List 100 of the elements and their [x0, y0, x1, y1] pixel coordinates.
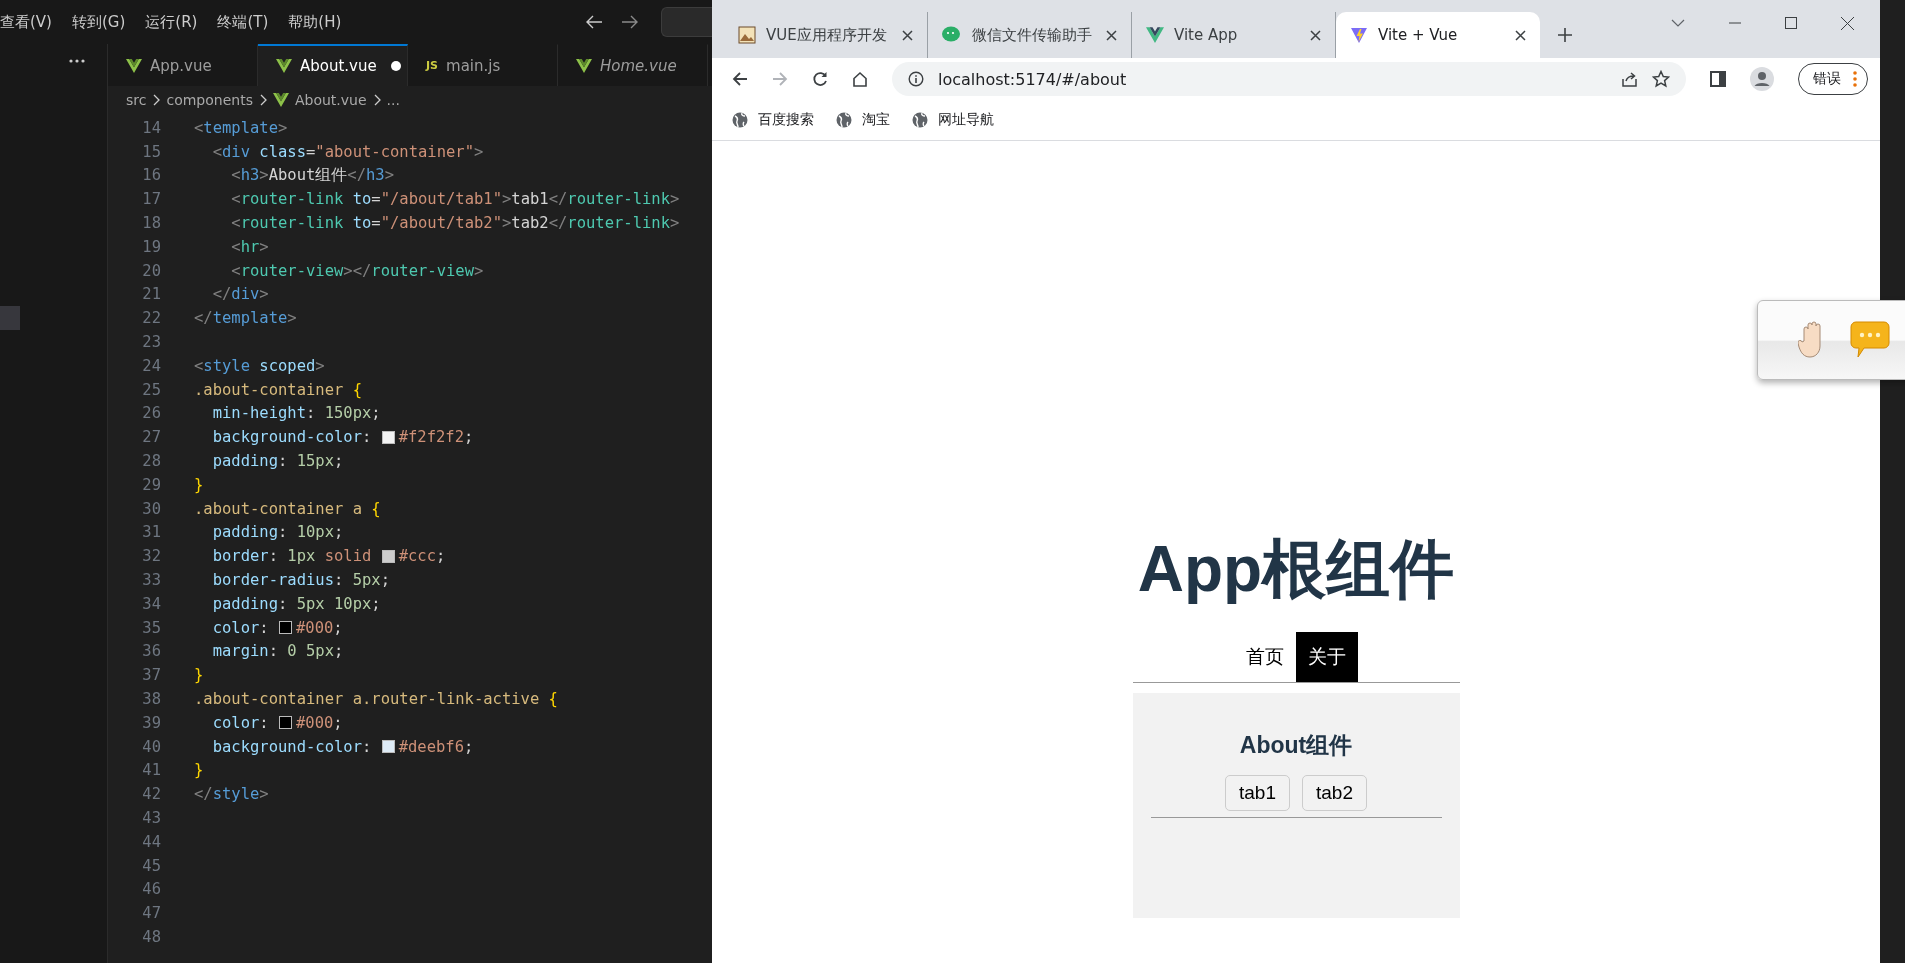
color-swatch-icon[interactable] — [279, 621, 292, 635]
code-text: <hr> — [230, 237, 269, 256]
menu-item[interactable]: 终端(T) — [207, 12, 279, 32]
maximize-icon[interactable] — [1785, 17, 1797, 29]
star-icon[interactable] — [1652, 70, 1670, 88]
close-icon[interactable] — [1310, 29, 1321, 41]
avatar-icon[interactable] — [1750, 67, 1774, 91]
profile-error-button[interactable]: 错误 — [1798, 63, 1868, 95]
side-panel-icon[interactable] — [1710, 71, 1726, 87]
editor-tab[interactable]: JS main.js — [408, 44, 558, 86]
vue-logo-icon — [576, 58, 592, 73]
breadcrumb-item[interactable]: ... — [386, 92, 400, 108]
breadcrumb-item[interactable]: components — [166, 92, 253, 108]
code-text: background-color: — [211, 737, 373, 756]
code-text: } — [194, 666, 204, 685]
close-icon[interactable] — [1841, 16, 1854, 30]
code-text: #000; — [296, 618, 343, 637]
line-number: 42 — [141, 785, 161, 804]
lightning-triangle-icon — [1350, 26, 1368, 44]
line-number: 27 — [141, 428, 161, 447]
browser-tab[interactable]: Vite + Vue — [1336, 12, 1540, 58]
close-icon[interactable] — [1106, 29, 1117, 41]
code-text: </template> — [194, 309, 297, 328]
editor-tab[interactable]: Home.vue — [558, 44, 708, 86]
forward-arrow-icon[interactable] — [621, 14, 639, 30]
tab-title: 微信文件传输助手 — [972, 25, 1093, 45]
nav-link[interactable]: 首页 — [1234, 632, 1296, 682]
color-swatch-icon[interactable] — [381, 430, 395, 444]
line-number: 29 — [141, 475, 161, 494]
breadcrumb-item[interactable]: src — [126, 92, 147, 108]
line-number: 17 — [141, 190, 161, 209]
address-bar[interactable]: localhost:5174/#/about — [892, 62, 1686, 96]
tab-title: Vite App — [1174, 26, 1239, 44]
menu-item[interactable]: 运行(R) — [135, 12, 208, 32]
close-icon[interactable] — [1515, 29, 1526, 41]
picture-icon — [738, 26, 756, 44]
more-icon[interactable] — [69, 59, 85, 63]
command-center-field[interactable] — [661, 7, 712, 37]
line-number: 47 — [141, 904, 161, 923]
js-file-icon: JS — [426, 59, 438, 72]
menu-item[interactable]: 查看(V) — [0, 12, 62, 32]
line-number: 22 — [141, 309, 161, 328]
info-icon[interactable] — [908, 71, 924, 87]
vue-logo-icon — [272, 93, 289, 107]
line-number: 43 — [141, 809, 161, 827]
code-text: #f2f2f2; — [398, 428, 474, 447]
tab-link[interactable]: tab1 — [1225, 775, 1290, 811]
line-number: 34 — [141, 594, 161, 613]
color-swatch-icon[interactable] — [381, 740, 395, 754]
code-text: <router-link to="/about/tab2">tab2</router-link> — [230, 214, 680, 233]
bookmark-link[interactable]: 网址导航 — [938, 111, 994, 129]
line-number: 37 — [141, 666, 161, 685]
line-number: 35 — [141, 618, 161, 637]
globe-icon — [912, 112, 928, 128]
line-number: 36 — [141, 642, 161, 661]
menu-item[interactable]: 帮助(H) — [278, 12, 352, 32]
code-text: margin: 0 5px; — [211, 642, 344, 661]
code-text: </style> — [194, 785, 269, 804]
editor-tab[interactable]: About.vue — [258, 44, 408, 86]
vue-logo-icon — [1146, 27, 1164, 43]
nav-link[interactable]: 关于 — [1296, 632, 1358, 682]
code-text: } — [194, 475, 204, 494]
color-swatch-icon[interactable] — [279, 716, 292, 730]
code-text: min-height: 150px; — [211, 404, 381, 423]
chevron-icon — [372, 94, 381, 106]
browser-tab[interactable]: VUE应用程序开发 — [724, 12, 928, 58]
reload-icon[interactable] — [812, 71, 828, 87]
code-text: </div> — [211, 285, 269, 304]
bookmark-link[interactable]: 淘宝 — [862, 111, 890, 129]
home-icon[interactable] — [852, 71, 868, 87]
line-number: 38 — [141, 690, 161, 708]
share-icon[interactable] — [1621, 71, 1638, 87]
new-tab-plus-icon[interactable] — [1558, 28, 1572, 42]
line-number: 19 — [141, 237, 161, 256]
selection-marker — [0, 306, 20, 330]
chevron-icon — [258, 94, 267, 106]
tab-label: About.vue — [300, 57, 377, 75]
line-number: 18 — [141, 214, 161, 233]
code-text: .about-container { — [194, 380, 362, 399]
vue-logo-icon — [276, 59, 292, 73]
line-number: 45 — [141, 856, 161, 875]
code-text: <router-link to="/about/tab1">tab1</router-link> — [230, 190, 680, 209]
line-number: 24 — [141, 356, 161, 375]
close-icon[interactable] — [902, 29, 913, 41]
back-arrow-icon[interactable] — [732, 71, 748, 87]
browser-tab[interactable]: 微信文件传输助手 — [928, 12, 1132, 58]
chat-bubbles-icon — [942, 26, 962, 44]
chevron-down-icon[interactable] — [1671, 19, 1685, 27]
line-number: 25 — [141, 380, 161, 399]
breadcrumb-item[interactable]: About.vue — [294, 92, 367, 108]
tab-link[interactable]: tab2 — [1302, 775, 1367, 811]
tab-label: App.vue — [150, 56, 212, 75]
line-number: 30 — [141, 499, 161, 518]
globe-icon — [836, 112, 852, 128]
chevron-icon — [152, 94, 161, 106]
url-text: localhost:5174/#/about — [938, 69, 1127, 89]
code-text: #ccc; — [398, 547, 446, 566]
bookmark-link[interactable]: 百度搜索 — [758, 111, 814, 129]
menu-item[interactable]: 转到(G) — [61, 12, 136, 32]
color-swatch-icon[interactable] — [381, 549, 395, 563]
